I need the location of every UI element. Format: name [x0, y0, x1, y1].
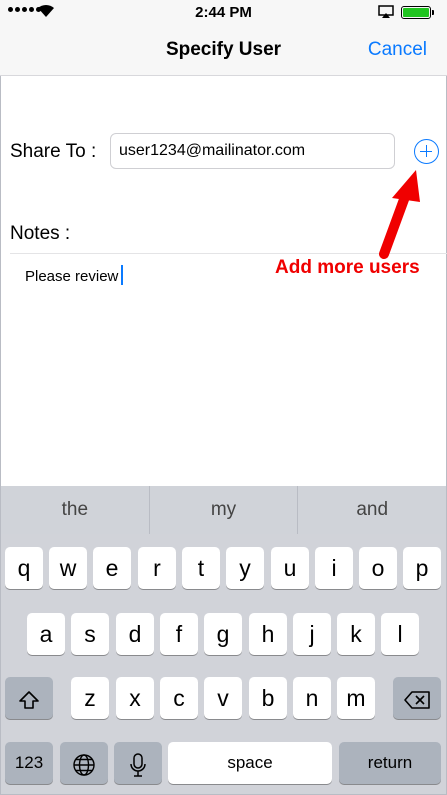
key-y[interactable]: y: [226, 547, 264, 589]
backspace-icon: [404, 691, 430, 709]
key-z[interactable]: z: [71, 677, 109, 719]
cancel-button[interactable]: Cancel: [368, 39, 427, 61]
key-w[interactable]: w: [49, 547, 87, 589]
keyboard: the my and q w e r t y u i o p a s d f g…: [1, 486, 446, 794]
globe-icon: [73, 754, 95, 776]
text-caret: [121, 265, 124, 285]
space-key[interactable]: space: [168, 742, 332, 784]
suggestion-item[interactable]: my: [148, 486, 298, 534]
notes-value: Please review: [25, 268, 119, 285]
navigation-bar: Specify User Cancel: [0, 24, 447, 76]
key-q[interactable]: q: [5, 547, 43, 589]
return-key[interactable]: return: [339, 742, 441, 784]
key-p[interactable]: p: [403, 547, 441, 589]
share-to-input[interactable]: user1234@mailinator.com: [110, 133, 395, 169]
shift-icon: [19, 691, 39, 709]
key-v[interactable]: v: [204, 677, 242, 719]
key-a[interactable]: a: [27, 613, 65, 655]
shift-key[interactable]: [5, 677, 53, 719]
key-i[interactable]: i: [315, 547, 353, 589]
battery-icon: [401, 6, 434, 19]
key-x[interactable]: x: [116, 677, 154, 719]
annotation-label: Add more users: [275, 257, 420, 278]
key-f[interactable]: f: [160, 613, 198, 655]
numbers-key[interactable]: 123: [5, 742, 53, 784]
key-n[interactable]: n: [293, 677, 331, 719]
add-user-button[interactable]: [414, 139, 439, 164]
key-d[interactable]: d: [116, 613, 154, 655]
key-o[interactable]: o: [359, 547, 397, 589]
suggestion-bar: the my and: [1, 486, 446, 534]
notes-label: Notes :: [10, 223, 71, 244]
key-u[interactable]: u: [271, 547, 309, 589]
suggestion-item[interactable]: and: [297, 486, 446, 534]
key-c[interactable]: c: [160, 677, 198, 719]
key-k[interactable]: k: [337, 613, 375, 655]
key-b[interactable]: b: [249, 677, 287, 719]
arrow-icon: [379, 170, 420, 259]
key-g[interactable]: g: [204, 613, 242, 655]
delete-key[interactable]: [393, 677, 441, 719]
key-m[interactable]: m: [337, 677, 375, 719]
key-l[interactable]: l: [381, 613, 419, 655]
status-bar: 2:44 PM: [0, 0, 447, 24]
key-e[interactable]: e: [93, 547, 131, 589]
key-j[interactable]: j: [293, 613, 331, 655]
microphone-key[interactable]: [114, 742, 162, 784]
key-r[interactable]: r: [138, 547, 176, 589]
share-to-label: Share To :: [10, 141, 97, 162]
key-t[interactable]: t: [182, 547, 220, 589]
key-s[interactable]: s: [71, 613, 109, 655]
globe-key[interactable]: [60, 742, 108, 784]
suggestion-item[interactable]: the: [1, 486, 149, 534]
key-h[interactable]: h: [249, 613, 287, 655]
notes-input[interactable]: Please review: [25, 265, 124, 285]
airplay-icon: [378, 5, 394, 18]
microphone-icon: [130, 753, 146, 777]
